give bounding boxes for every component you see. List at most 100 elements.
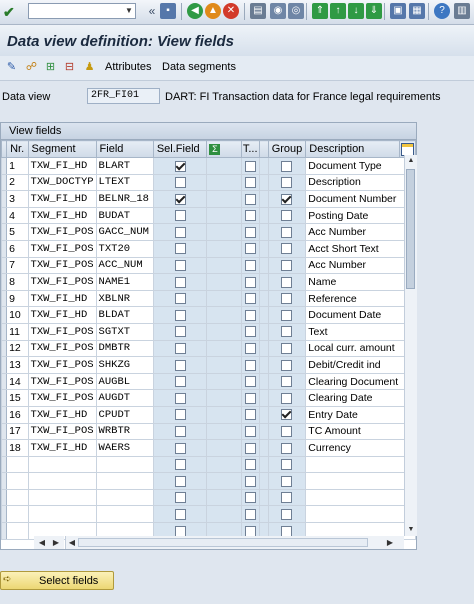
row-field[interactable]: BUDAT <box>95 206 154 225</box>
row-field[interactable]: BLART <box>95 157 154 175</box>
row-group[interactable] <box>267 322 307 341</box>
row-group[interactable] <box>267 173 307 192</box>
row-field[interactable]: DMBTR <box>95 339 154 358</box>
back-icon[interactable]: ◀ <box>187 3 203 19</box>
row-field[interactable]: WAERS <box>95 439 154 457</box>
table-row[interactable] <box>1 488 416 507</box>
table-row[interactable] <box>1 472 416 490</box>
group-checkbox[interactable] <box>281 475 293 487</box>
table-row[interactable]: 16 TXW_FI_HD CPUDT Entry Date <box>1 405 416 424</box>
row-field[interactable] <box>95 455 154 474</box>
row-sel-field[interactable] <box>152 405 208 424</box>
row-group[interactable] <box>267 190 307 208</box>
row-t[interactable] <box>240 439 260 457</box>
row-t[interactable] <box>240 405 260 424</box>
new-session-icon[interactable]: ▣ <box>390 3 406 19</box>
table-row[interactable]: 18 TXW_FI_HD WAERS Currency <box>1 439 416 457</box>
row-sel-field[interactable] <box>152 173 208 192</box>
row-segment[interactable]: TXW_FI_HD <box>27 157 97 175</box>
table-row[interactable] <box>1 455 416 474</box>
row-field[interactable]: AUGBL <box>95 372 154 391</box>
first-page-icon[interactable]: ⇑ <box>312 3 328 19</box>
scroll-right-icon[interactable]: ▶ <box>50 536 62 549</box>
table-row[interactable]: 10 TXW_FI_HD BLDAT Document Date <box>1 306 416 324</box>
row-t[interactable] <box>240 223 260 241</box>
sel-field-checkbox[interactable] <box>174 293 186 305</box>
row-field[interactable]: AUGDT <box>95 389 154 407</box>
row-segment[interactable] <box>27 488 97 507</box>
t-checkbox[interactable] <box>244 475 256 487</box>
row-segment[interactable]: TXW_FI_POS <box>27 322 97 341</box>
group-checkbox[interactable] <box>281 309 293 321</box>
t-checkbox[interactable] <box>244 392 256 404</box>
row-group[interactable] <box>267 505 307 524</box>
exit-icon[interactable]: ▲ <box>205 3 221 19</box>
row-t[interactable] <box>240 505 260 524</box>
row-t[interactable] <box>240 389 260 407</box>
print-icon[interactable]: ▤ <box>250 3 266 19</box>
data-segments-button[interactable]: Data segments <box>162 61 236 73</box>
t-checkbox[interactable] <box>244 260 256 272</box>
group-checkbox[interactable] <box>281 260 293 272</box>
table-row[interactable]: 7 TXW_FI_POS ACC_NUM Acc Number <box>1 256 416 275</box>
row-sel-field[interactable] <box>152 339 208 358</box>
row-group[interactable] <box>267 206 307 225</box>
table-row[interactable]: 11 TXW_FI_POS SGTXT Text <box>1 322 416 341</box>
row-group[interactable] <box>267 356 307 374</box>
header-description[interactable]: Description <box>305 140 400 158</box>
sel-field-checkbox[interactable] <box>174 475 186 487</box>
header-field[interactable]: Field <box>95 140 154 158</box>
t-checkbox[interactable] <box>244 426 256 438</box>
row-field[interactable]: SGTXT <box>95 322 154 341</box>
group-checkbox[interactable] <box>281 459 293 471</box>
row-segment[interactable] <box>27 505 97 524</box>
row-sel-field[interactable] <box>152 356 208 374</box>
row-t[interactable] <box>240 157 260 175</box>
row-field[interactable]: LTEXT <box>95 173 154 192</box>
group-checkbox[interactable] <box>281 160 293 172</box>
table-row[interactable]: 5 TXW_FI_POS GACC_NUM Acc Number <box>1 223 416 241</box>
t-checkbox[interactable] <box>244 193 256 205</box>
sel-field-checkbox[interactable] <box>174 459 186 471</box>
table-row[interactable]: 9 TXW_FI_HD XBLNR Reference <box>1 289 416 308</box>
sel-field-checkbox[interactable] <box>174 492 186 504</box>
t-checkbox[interactable] <box>244 160 256 172</box>
group-checkbox[interactable] <box>281 492 293 504</box>
group-checkbox[interactable] <box>281 508 293 520</box>
sel-field-checkbox[interactable] <box>174 442 186 454</box>
check-icon[interactable]: ✔ <box>3 4 21 20</box>
row-segment[interactable]: TXW_DOCTYP <box>27 173 97 192</box>
table-row[interactable]: 13 TXW_FI_POS SHKZG Debit/Credit ind <box>1 356 416 374</box>
group-checkbox[interactable] <box>281 442 293 454</box>
t-checkbox[interactable] <box>244 293 256 305</box>
t-checkbox[interactable] <box>244 309 256 321</box>
row-sel-field[interactable] <box>152 422 208 441</box>
group-checkbox[interactable] <box>281 226 293 238</box>
command-field[interactable]: ▼ <box>28 3 136 19</box>
row-group[interactable] <box>267 273 307 291</box>
row-t[interactable] <box>240 422 260 441</box>
fixed-columns-scrollbar[interactable]: ◀ ▶ <box>34 536 64 549</box>
row-t[interactable] <box>240 339 260 358</box>
table-row[interactable]: 3 TXW_FI_HD BELNR_18 Document Number <box>1 190 416 208</box>
row-group[interactable] <box>267 488 307 507</box>
group-checkbox[interactable] <box>281 293 293 305</box>
row-group[interactable] <box>267 256 307 275</box>
group-checkbox[interactable] <box>281 210 293 222</box>
group-checkbox[interactable] <box>281 359 293 371</box>
row-group[interactable] <box>267 289 307 308</box>
cancel-icon[interactable]: ✕ <box>223 3 239 19</box>
row-group[interactable] <box>267 306 307 324</box>
row-sel-field[interactable] <box>152 239 208 258</box>
row-sel-field[interactable] <box>152 306 208 324</box>
header-nr[interactable]: Nr. <box>6 140 29 158</box>
sel-field-checkbox[interactable] <box>174 309 186 321</box>
row-segment[interactable]: TXW_FI_POS <box>27 422 97 441</box>
t-checkbox[interactable] <box>244 210 256 222</box>
row-segment[interactable] <box>27 472 97 490</box>
row-t[interactable] <box>240 256 260 275</box>
customize-icon[interactable]: ▥ <box>454 3 470 19</box>
scroll-left-icon[interactable]: ◀ <box>36 536 48 549</box>
row-segment[interactable]: TXW_FI_HD <box>27 306 97 324</box>
sel-field-checkbox[interactable] <box>174 226 186 238</box>
